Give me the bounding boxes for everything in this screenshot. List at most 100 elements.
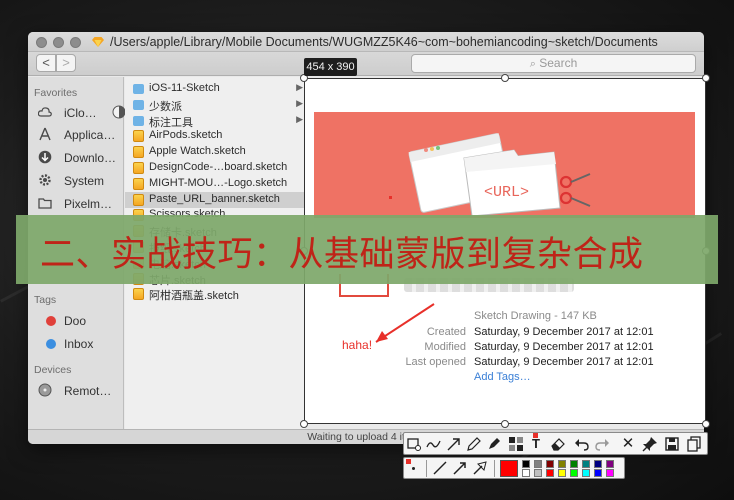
palette-color-swatch[interactable] xyxy=(522,469,530,477)
active-color-swatch[interactable] xyxy=(500,460,518,477)
sketch-file-icon xyxy=(133,146,144,159)
palette-color-swatch[interactable] xyxy=(570,469,578,477)
close-window-button[interactable] xyxy=(36,37,47,48)
separator xyxy=(494,460,495,477)
back-button[interactable]: < xyxy=(36,54,56,72)
folder-icon xyxy=(133,115,144,126)
zoom-window-button[interactable] xyxy=(70,37,81,48)
palette-color-swatch[interactable] xyxy=(546,469,554,477)
title-bar: /Users/apple/Library/Mobile Documents/WU… xyxy=(28,32,704,52)
arrow-style-icon[interactable] xyxy=(452,460,468,476)
sketch-file-icon xyxy=(133,177,144,190)
resize-handle-se[interactable] xyxy=(702,420,710,428)
annotation-style-bar xyxy=(403,457,625,479)
tags-header: Tags xyxy=(34,294,57,306)
palette-color-swatch[interactable] xyxy=(534,469,542,477)
size-selected-indicator xyxy=(406,459,411,464)
window-title: /Users/apple/Library/Mobile Documents/WU… xyxy=(110,35,658,49)
file-name: 少数派 xyxy=(149,100,182,113)
text-icon[interactable]: T xyxy=(528,436,544,452)
file-name: Apple Watch.sketch xyxy=(149,145,246,158)
storage-pie-icon xyxy=(112,105,126,119)
eraser-icon[interactable] xyxy=(550,436,566,452)
devices-header: Devices xyxy=(34,364,72,376)
redo-icon[interactable] xyxy=(594,436,610,452)
palette-color-swatch[interactable] xyxy=(522,460,530,468)
tag-color-dot xyxy=(46,339,56,349)
file-row[interactable]: MIGHT-MOU…-Logo.sketch xyxy=(125,176,305,192)
annotation-toolbar: T ✕ xyxy=(403,432,708,455)
file-name: AirPods.sketch xyxy=(149,129,223,142)
forward-button[interactable]: > xyxy=(56,54,76,72)
close-icon[interactable]: ✕ xyxy=(620,436,636,452)
applications-icon xyxy=(39,127,51,141)
sidebar-item-label: Remot… xyxy=(64,384,112,398)
palette-color-swatch[interactable] xyxy=(606,469,614,477)
sketch-file-icon xyxy=(133,193,144,206)
undo-icon[interactable] xyxy=(574,436,590,452)
disclosure-arrow-icon: ▶ xyxy=(296,97,303,108)
marker-icon[interactable] xyxy=(486,436,502,452)
file-row[interactable]: 标注工具 ▶ xyxy=(125,113,305,129)
disclosure-arrow-icon: ▶ xyxy=(296,82,303,92)
resize-handle-sw[interactable] xyxy=(300,420,308,428)
palette-color-swatch[interactable] xyxy=(546,460,554,468)
file-row[interactable]: Paste_URL_banner.sketch xyxy=(125,191,305,208)
heading-overlay: 二、实战技巧：从基础蒙版到复杂合成 xyxy=(16,215,718,284)
file-name: Paste_URL_banner.sketch xyxy=(149,192,280,205)
file-row[interactable]: 阿柑酒瓶盖.sketch xyxy=(125,286,305,302)
download-icon xyxy=(38,150,52,164)
folder-icon xyxy=(133,99,144,110)
sketch-file-icon xyxy=(133,130,144,143)
search-icon: ⌕ xyxy=(529,58,536,70)
file-row[interactable]: DesignCode-…board.sketch xyxy=(125,160,305,176)
arrow-icon[interactable] xyxy=(446,436,462,452)
resize-handle-ne[interactable] xyxy=(702,74,710,82)
search-placeholder: Search xyxy=(539,56,578,70)
disc-icon xyxy=(38,383,52,397)
favorites-header: Favorites xyxy=(34,87,78,99)
palette-color-swatch[interactable] xyxy=(558,460,566,468)
palette-color-swatch[interactable] xyxy=(594,460,602,468)
file-name: DesignCode-…board.sketch xyxy=(149,161,288,173)
arrow-filled-style-icon[interactable] xyxy=(472,460,488,476)
sidebar-item-label: Downlo… xyxy=(64,151,117,165)
pencil-icon[interactable] xyxy=(466,436,482,452)
palette-color-swatch[interactable] xyxy=(558,469,566,477)
resize-handle-n[interactable] xyxy=(501,74,509,82)
sidebar-item-label: Applica… xyxy=(64,128,116,142)
selection-size-label: 454 x 390 xyxy=(304,58,357,76)
file-row[interactable]: iOS-11-Sketch ▶ xyxy=(125,81,305,97)
file-row[interactable]: Apple Watch.sketch xyxy=(125,144,305,160)
file-name: iOS-11-Sketch xyxy=(149,82,220,94)
sketch-file-icon xyxy=(133,162,144,174)
pin-icon[interactable] xyxy=(642,436,658,452)
mosaic-icon[interactable] xyxy=(508,436,524,452)
palette-color-swatch[interactable] xyxy=(582,469,590,477)
save-icon[interactable] xyxy=(664,436,680,452)
cloud-icon xyxy=(38,107,52,117)
palette-color-swatch[interactable] xyxy=(534,460,542,468)
file-row[interactable]: 少数派 ▶ xyxy=(125,97,305,113)
toolbar: < > ⌕ Search xyxy=(28,52,704,76)
line-style-icon[interactable] xyxy=(432,460,448,476)
resize-handle-s[interactable] xyxy=(501,420,509,428)
palette-color-swatch[interactable] xyxy=(606,460,614,468)
folder-icon xyxy=(38,198,52,209)
file-name: 标注工具 xyxy=(149,116,193,129)
rectangle-icon[interactable] xyxy=(406,436,422,452)
copy-icon[interactable] xyxy=(686,436,702,452)
sketch-folder-icon xyxy=(92,37,104,47)
brush-size-small[interactable] xyxy=(412,467,415,470)
palette-color-swatch[interactable] xyxy=(594,469,602,477)
file-name: 阿柑酒瓶盖.sketch xyxy=(149,290,239,303)
freehand-icon[interactable] xyxy=(426,436,442,452)
search-input[interactable]: ⌕ Search xyxy=(411,54,696,73)
palette-color-swatch[interactable] xyxy=(570,460,578,468)
minimize-window-button[interactable] xyxy=(53,37,64,48)
gear-icon xyxy=(39,174,51,186)
file-name: MIGHT-MOU…-Logo.sketch xyxy=(149,176,288,189)
file-row[interactable]: AirPods.sketch xyxy=(125,128,305,144)
palette-color-swatch[interactable] xyxy=(582,460,590,468)
sidebar-item-label: iClo… xyxy=(64,106,97,120)
